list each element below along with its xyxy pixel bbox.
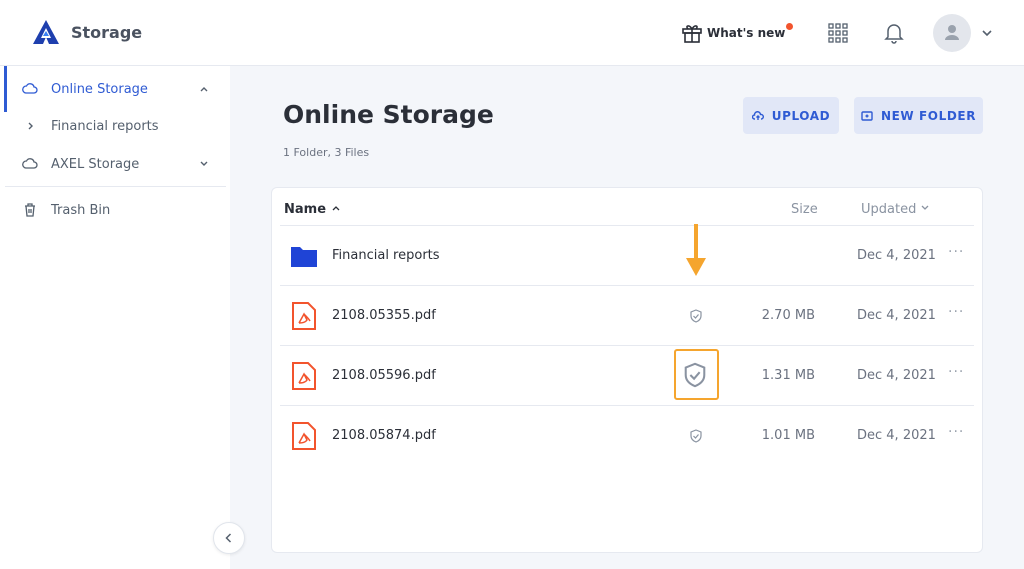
more-actions-button[interactable]: ··· [948,424,964,440]
column-header-name[interactable]: Name [284,202,341,217]
file-name: Financial reports [332,248,440,263]
apps-grid-icon[interactable] [828,23,848,43]
notification-dot [786,23,794,30]
pdf-file-icon [292,302,316,330]
file-date: Dec 4, 2021 [857,308,936,323]
column-header-size[interactable]: Size [791,202,818,217]
file-name: 2108.05596.pdf [332,368,436,383]
page-subtitle: 1 Folder, 3 Files [283,146,370,159]
sidebar: Online Storage Financial reports AXEL St… [0,66,230,569]
annotation-highlight-box [674,349,719,400]
trash-icon [25,203,35,217]
avatar[interactable] [933,14,971,52]
table-row[interactable]: 2108.05874.pdf 1.01 MB Dec 4, 2021 ··· [280,405,974,465]
sidebar-item-label: AXEL Storage [51,156,140,172]
folder-icon [291,247,317,267]
more-actions-button[interactable]: ··· [948,244,964,260]
upload-label: UPLOAD [771,108,831,123]
chevron-down-icon[interactable] [980,26,994,40]
sidebar-item-online-storage[interactable]: Online Storage [0,71,230,107]
more-actions-button[interactable]: ··· [948,304,964,320]
new-folder-button[interactable]: NEW FOLDER [854,97,983,134]
chevron-down-icon[interactable] [198,158,210,170]
file-date: Dec 4, 2021 [857,368,936,383]
file-name: 2108.05355.pdf [332,308,436,323]
app-title: Storage [71,23,143,42]
user-icon [945,25,959,40]
file-size: 1.01 MB [761,428,815,443]
pdf-file-icon [292,422,316,450]
new-folder-icon [861,110,873,121]
file-size: 2.70 MB [761,308,815,323]
sidebar-item-axel-storage[interactable]: AXEL Storage [0,146,230,182]
shield-check-icon[interactable] [689,429,703,443]
column-header-updated[interactable]: Updated [861,202,930,217]
sidebar-item-trash-bin[interactable]: Trash Bin [0,192,230,228]
chevron-left-icon [225,533,232,543]
pdf-file-icon [292,362,316,390]
more-actions-button[interactable]: ··· [948,364,964,380]
collapse-sidebar-button[interactable] [213,522,245,554]
sidebar-item-label: Online Storage [51,81,148,97]
new-folder-label: NEW FOLDER [880,108,977,123]
table-row[interactable]: 2108.05355.pdf 2.70 MB Dec 4, 2021 ··· [280,285,974,345]
annotation-arrow [686,224,706,276]
gift-icon [682,25,702,43]
sidebar-item-label: Financial reports [51,118,159,134]
sidebar-item-financial-reports[interactable]: Financial reports [0,108,230,144]
upload-icon [751,110,764,120]
chevron-right-icon [28,122,33,130]
whats-new-button[interactable]: What's new [681,22,794,44]
whats-new-label: What's new [707,26,786,40]
table-row[interactable]: Financial reports Dec 4, 2021 ··· [280,225,974,285]
sort-down-icon [922,205,929,210]
sort-up-icon [332,206,340,211]
file-date: Dec 4, 2021 [857,248,936,263]
bell-icon[interactable] [884,22,904,44]
cloud-icon [22,83,38,94]
page-title: Online Storage [283,100,494,129]
table-row[interactable]: 2108.05596.pdf 1.31 MB Dec 4, 2021 ··· [280,345,974,405]
top-bar: Storage What's new [0,0,1024,66]
file-table: Name Size Updated Financial reports Dec … [271,187,983,553]
sidebar-item-label: Trash Bin [51,202,111,218]
cloud-icon [22,158,38,169]
file-size: 1.31 MB [761,368,815,383]
shield-check-icon[interactable] [689,309,703,323]
main-content: Online Storage 1 Folder, 3 Files UPLOAD … [230,66,1024,569]
chevron-up-icon[interactable] [198,83,210,95]
upload-button[interactable]: UPLOAD [743,97,839,134]
storage-logo-icon[interactable] [33,20,59,44]
file-name: 2108.05874.pdf [332,428,436,443]
sidebar-divider [5,186,226,187]
file-date: Dec 4, 2021 [857,428,936,443]
